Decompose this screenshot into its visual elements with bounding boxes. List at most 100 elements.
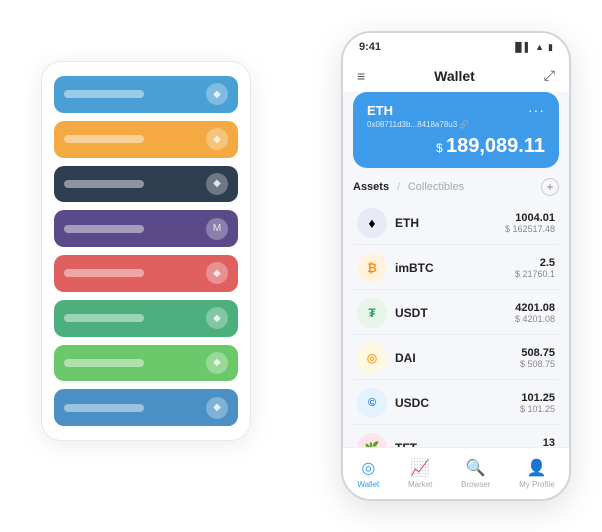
asset-item-usdt[interactable]: ₮ USDT 4201.08 $ 4201.08 (353, 292, 559, 335)
card-text-2 (64, 135, 144, 143)
menu-icon[interactable]: ≡ (357, 68, 365, 84)
asset-item-dai[interactable]: ◎ DAI 508.75 $ 508.75 (353, 337, 559, 380)
asset-item-imbtc[interactable]: ₿ imBTC 2.5 $ 21760.1 (353, 247, 559, 290)
tft-amounts: 13 0 (543, 437, 555, 447)
wallet-cards-bg: ◆ ◆ ◆ M ◆ ◆ ◆ ◆ (41, 61, 251, 441)
card-icon-1: ◆ (206, 83, 228, 105)
tab-divider: / (397, 182, 400, 193)
wallet-nav-label: Wallet (357, 480, 379, 489)
profile-nav-label: My Profile (519, 480, 555, 489)
eth-options-button[interactable]: ··· (528, 102, 545, 118)
market-nav-label: Market (408, 480, 432, 489)
browser-nav-icon: 🔍 (466, 458, 486, 478)
card-text-1 (64, 90, 144, 98)
wallet-nav-icon: ◎ (361, 458, 375, 478)
card-icon-3: ◆ (206, 173, 228, 195)
asset-item-eth[interactable]: ♦ ETH 1004.01 $ 162517.48 (353, 202, 559, 245)
imbtc-amount: 2.5 (515, 257, 555, 269)
eth-label: ETH (367, 103, 393, 118)
assets-tabs: Assets / Collectibles (353, 181, 464, 193)
tab-assets[interactable]: Assets (353, 181, 389, 193)
card-text-3 (64, 180, 144, 188)
signal-icon: ▐▌▌ (512, 42, 531, 52)
eth-asset-name: ETH (395, 216, 505, 230)
eth-balance: $ 189,089.11 (367, 135, 545, 158)
usdt-amounts: 4201.08 $ 4201.08 (515, 302, 555, 324)
wallet-card-2[interactable]: ◆ (54, 121, 238, 158)
eth-main-card[interactable]: ETH ··· 0x08711d3b...8418a78u3 🔗 $ 189,0… (353, 92, 559, 168)
add-asset-button[interactable]: + (541, 178, 559, 196)
dai-usd: $ 508.75 (520, 359, 555, 369)
dai-amount: 508.75 (520, 347, 555, 359)
bottom-nav: ◎ Wallet 📈 Market 🔍 Browser 👤 My Profile (343, 447, 569, 499)
card-text-6 (64, 314, 144, 322)
nav-browser[interactable]: 🔍 Browser (461, 458, 490, 489)
nav-wallet[interactable]: ◎ Wallet (357, 458, 379, 489)
wallet-card-8[interactable]: ◆ (54, 389, 238, 426)
usdc-usd: $ 101.25 (520, 404, 555, 414)
tft-icon: 🌿 (357, 433, 387, 447)
eth-amounts: 1004.01 $ 162517.48 (505, 212, 555, 234)
usdc-amount: 101.25 (520, 392, 555, 404)
card-icon-8: ◆ (206, 397, 228, 419)
wallet-card-5[interactable]: ◆ (54, 255, 238, 292)
card-icon-4: M (206, 218, 228, 240)
imbtc-icon: ₿ (357, 253, 387, 283)
usdt-asset-name: USDT (395, 306, 515, 320)
usdt-amount: 4201.08 (515, 302, 555, 314)
balance-prefix: $ (436, 141, 446, 155)
asset-item-tft[interactable]: 🌿 TFT 13 0 (353, 427, 559, 447)
phone-content: ETH ··· 0x08711d3b...8418a78u3 🔗 $ 189,0… (343, 92, 569, 447)
wallet-card-1[interactable]: ◆ (54, 76, 238, 113)
asset-list: ♦ ETH 1004.01 $ 162517.48 ₿ imBTC 2.5 $ … (353, 202, 559, 447)
battery-icon: ▮ (548, 42, 553, 53)
assets-header: Assets / Collectibles + (353, 178, 559, 196)
nav-profile[interactable]: 👤 My Profile (519, 458, 555, 489)
wifi-icon: ▲ (535, 42, 544, 52)
balance-value: 189,089.11 (446, 135, 545, 157)
card-icon-7: ◆ (206, 352, 228, 374)
eth-amount: 1004.01 (505, 212, 555, 224)
card-text-4 (64, 225, 144, 233)
usdc-amounts: 101.25 $ 101.25 (520, 392, 555, 414)
scene: ◆ ◆ ◆ M ◆ ◆ ◆ ◆ (21, 21, 581, 511)
card-icon-6: ◆ (206, 307, 228, 329)
usdc-asset-name: USDC (395, 396, 520, 410)
dai-amounts: 508.75 $ 508.75 (520, 347, 555, 369)
browser-nav-label: Browser (461, 480, 490, 489)
status-time: 9:41 (359, 41, 381, 53)
card-text-8 (64, 404, 144, 412)
imbtc-amounts: 2.5 $ 21760.1 (515, 257, 555, 279)
eth-usd: $ 162517.48 (505, 224, 555, 234)
asset-item-usdc[interactable]: © USDC 101.25 $ 101.25 (353, 382, 559, 425)
phone: 9:41 ▐▌▌ ▲ ▮ ≡ Wallet ⤢ ETH ··· 0x08711d… (341, 31, 571, 501)
wallet-card-4[interactable]: M (54, 210, 238, 247)
status-icons: ▐▌▌ ▲ ▮ (512, 42, 553, 53)
status-bar: 9:41 ▐▌▌ ▲ ▮ (343, 33, 569, 61)
expand-icon[interactable]: ⤢ (544, 67, 555, 84)
wallet-card-3[interactable]: ◆ (54, 166, 238, 203)
usdc-icon: © (357, 388, 387, 418)
dai-icon: ◎ (357, 343, 387, 373)
imbtc-asset-name: imBTC (395, 261, 515, 275)
page-title: Wallet (434, 68, 475, 84)
card-text-5 (64, 269, 144, 277)
card-icon-2: ◆ (206, 128, 228, 150)
usdt-usd: $ 4201.08 (515, 314, 555, 324)
wallet-card-7[interactable]: ◆ (54, 345, 238, 382)
phone-header: ≡ Wallet ⤢ (343, 61, 569, 92)
imbtc-usd: $ 21760.1 (515, 269, 555, 279)
tab-collectibles[interactable]: Collectibles (408, 181, 464, 193)
market-nav-icon: 📈 (410, 458, 430, 478)
profile-nav-icon: 👤 (527, 458, 547, 478)
card-text-7 (64, 359, 144, 367)
tft-amount: 13 (543, 437, 555, 447)
dai-asset-name: DAI (395, 351, 520, 365)
eth-card-top: ETH ··· (367, 102, 545, 118)
eth-icon: ♦ (357, 208, 387, 238)
card-icon-5: ◆ (206, 262, 228, 284)
wallet-card-6[interactable]: ◆ (54, 300, 238, 337)
usdt-icon: ₮ (357, 298, 387, 328)
eth-address: 0x08711d3b...8418a78u3 🔗 (367, 120, 545, 129)
nav-market[interactable]: 📈 Market (408, 458, 432, 489)
